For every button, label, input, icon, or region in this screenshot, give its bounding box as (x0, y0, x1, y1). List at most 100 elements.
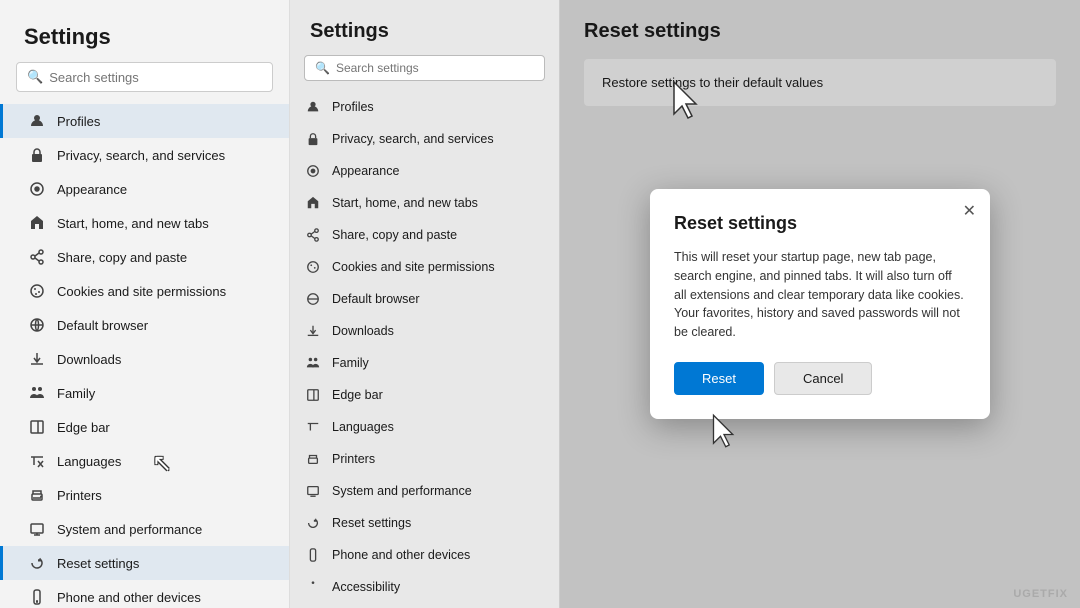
sidebar-item-cookies[interactable]: Cookies and site permissions (0, 274, 289, 308)
modal-reset-button[interactable]: Reset (674, 362, 764, 395)
sidebar-search-box[interactable]: 🔍 (16, 62, 273, 92)
middle-item-profiles[interactable]: Profiles (290, 91, 559, 123)
middle-item-family[interactable]: Family (290, 347, 559, 379)
sidebar: Settings 🔍 Profiles Privacy, search, and… (0, 0, 290, 608)
sidebar-nav: Profiles Privacy, search, and services A… (0, 104, 289, 608)
middle-item-printers[interactable]: Printers (290, 443, 559, 475)
downloads-icon (27, 349, 47, 369)
middle-item-system[interactable]: System and performance (290, 475, 559, 507)
middle-item-downloads[interactable]: Downloads (290, 315, 559, 347)
middle-search-box[interactable]: 🔍 (304, 55, 545, 81)
sidebar-item-system-label: System and performance (57, 522, 202, 537)
middle-item-languages[interactable]: Languages (290, 411, 559, 443)
share-icon (27, 247, 47, 267)
sidebar-title: Settings (0, 0, 289, 62)
middle-item-reset[interactable]: Reset settings (290, 507, 559, 539)
middle-item-start[interactable]: Start, home, and new tabs (290, 187, 559, 219)
modal-close-button[interactable]: ✕ (963, 201, 976, 221)
sidebar-item-printers[interactable]: Printers (0, 478, 289, 512)
middle-item-edgebar[interactable]: Edge bar (290, 379, 559, 411)
sidebar-item-share[interactable]: Share, copy and paste (0, 240, 289, 274)
sidebar-item-phone-label: Phone and other devices (57, 590, 201, 605)
modal-overlay: ✕ Reset settings This will reset your st… (560, 0, 1080, 608)
middle-nav: Profiles Privacy, search, and services A… (290, 91, 559, 608)
right-panel: Reset settings Restore settings to their… (560, 0, 1080, 608)
reset-icon (27, 553, 47, 573)
sidebar-item-start-label: Start, home, and new tabs (57, 216, 209, 231)
privacy-icon (27, 145, 47, 165)
sidebar-item-profiles[interactable]: Profiles (0, 104, 289, 138)
sidebar-item-appearance-label: Appearance (57, 182, 127, 197)
m-languages-icon (304, 418, 322, 436)
sidebar-item-browser-label: Default browser (57, 318, 148, 333)
sidebar-item-cookies-label: Cookies and site permissions (57, 284, 226, 299)
modal-cancel-button[interactable]: Cancel (774, 362, 872, 395)
system-icon (27, 519, 47, 539)
profiles-icon (27, 111, 47, 131)
sidebar-item-printers-label: Printers (57, 488, 102, 503)
middle-item-appearance[interactable]: Appearance (290, 155, 559, 187)
middle-search-input[interactable] (336, 61, 534, 75)
reset-modal: ✕ Reset settings This will reset your st… (650, 189, 990, 419)
sidebar-item-reset-label: Reset settings (57, 556, 139, 571)
m-reset-icon (304, 514, 322, 532)
m-phone-icon (304, 546, 322, 564)
appearance-icon (27, 179, 47, 199)
middle-item-phone[interactable]: Phone and other devices (290, 539, 559, 571)
modal-body: This will reset your startup page, new t… (674, 248, 966, 342)
cookies-icon (27, 281, 47, 301)
sidebar-item-reset[interactable]: Reset settings (0, 546, 289, 580)
sidebar-item-downloads-label: Downloads (57, 352, 121, 367)
m-family-icon (304, 354, 322, 372)
start-icon (27, 213, 47, 233)
middle-item-accessibility[interactable]: Accessibility (290, 571, 559, 603)
sidebar-item-family-label: Family (57, 386, 95, 401)
cursor-arrow-reset (710, 413, 738, 449)
m-start-icon (304, 194, 322, 212)
modal-buttons: Reset Cancel (674, 362, 966, 395)
sidebar-item-edgebar-label: Edge bar (57, 420, 110, 435)
middle-item-privacy[interactable]: Privacy, search, and services (290, 123, 559, 155)
sidebar-item-start[interactable]: Start, home, and new tabs (0, 206, 289, 240)
modal-title: Reset settings (674, 213, 966, 234)
m-browser-icon (304, 290, 322, 308)
m-profiles-icon (304, 98, 322, 116)
languages-icon (27, 451, 47, 471)
search-icon: 🔍 (27, 69, 43, 85)
browser-icon (27, 315, 47, 335)
m-system-icon (304, 482, 322, 500)
middle-item-cookies[interactable]: Cookies and site permissions (290, 251, 559, 283)
sidebar-item-downloads[interactable]: Downloads (0, 342, 289, 376)
m-share-icon (304, 226, 322, 244)
m-accessibility-icon (304, 578, 322, 596)
family-icon (27, 383, 47, 403)
sidebar-item-system[interactable]: System and performance (0, 512, 289, 546)
edgebar-icon (27, 417, 47, 437)
sidebar-item-languages[interactable]: Languages (0, 444, 289, 478)
m-appearance-icon (304, 162, 322, 180)
middle-panel-title: Settings (290, 0, 559, 55)
m-edgebar-icon (304, 386, 322, 404)
m-printers-icon (304, 450, 322, 468)
sidebar-item-edgebar[interactable]: Edge bar (0, 410, 289, 444)
printers-icon (27, 485, 47, 505)
middle-panel: Settings 🔍 Profiles Privacy, search, and… (290, 0, 560, 608)
phone-icon (27, 587, 47, 607)
watermark: UGETFIX (1013, 588, 1068, 600)
sidebar-item-privacy[interactable]: Privacy, search, and services (0, 138, 289, 172)
m-cookies-icon (304, 258, 322, 276)
sidebar-item-default-browser[interactable]: Default browser (0, 308, 289, 342)
sidebar-item-appearance[interactable]: Appearance (0, 172, 289, 206)
middle-search-icon: 🔍 (315, 61, 330, 75)
sidebar-search-input[interactable] (49, 70, 262, 85)
sidebar-item-languages-label: Languages (57, 454, 121, 469)
m-privacy-icon (304, 130, 322, 148)
m-downloads-icon (304, 322, 322, 340)
sidebar-item-share-label: Share, copy and paste (57, 250, 187, 265)
sidebar-item-profiles-label: Profiles (57, 114, 100, 129)
middle-item-about[interactable]: About Microsoft Edge (290, 603, 559, 608)
middle-item-share[interactable]: Share, copy and paste (290, 219, 559, 251)
sidebar-item-family[interactable]: Family (0, 376, 289, 410)
sidebar-item-phone[interactable]: Phone and other devices (0, 580, 289, 608)
middle-item-browser[interactable]: Default browser (290, 283, 559, 315)
